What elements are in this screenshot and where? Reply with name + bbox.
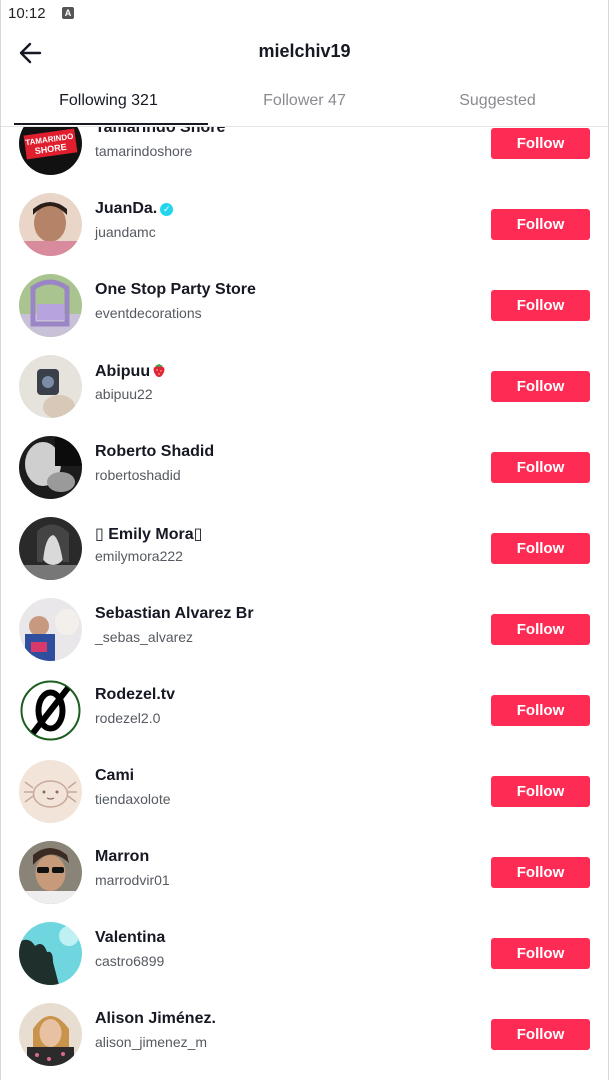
list-item[interactable]: Cami tiendaxolote Follow [0,751,609,832]
notification-a-icon: A [62,7,74,19]
tab-following[interactable]: Following 321 [7,80,210,126]
list-item[interactable]: One Stop Party Store eventdecorations Fo… [0,265,609,346]
tab-suggested[interactable]: Suggested [396,80,599,126]
avatar-friends-photo[interactable] [19,598,82,661]
user-handle: abipuu22 [95,386,153,402]
user-name: Abipuu [95,362,165,381]
status-bar: 10:12 A [0,0,609,28]
avatar-sky-tree-photo[interactable] [19,922,82,985]
tab-bar: Following 321 Follower 47 Suggested [0,80,609,127]
follow-button[interactable]: Follow [491,695,590,726]
user-name: Valentina [95,929,166,946]
list-item[interactable]: ▯ Emily Mora▯ emilymora222 Follow [0,508,609,589]
user-handle: rodezel2.0 [95,710,161,726]
follow-button[interactable]: Follow [491,128,590,159]
list-item[interactable]: Valentina castro6899 Follow [0,913,609,994]
list-item[interactable]: Marron marrodvir01 Follow [0,832,609,913]
user-handle: tiendaxolote [95,791,171,807]
follow-button[interactable]: Follow [491,857,590,888]
list-item[interactable]: TAMARINDO SHORE Tamarindo Shore tamarind… [0,127,609,184]
follow-button[interactable]: Follow [491,209,590,240]
user-handle: robertoshadid [95,467,181,483]
list-item[interactable]: Sebastian Alvarez Br _sebas_alvarez Foll… [0,589,609,670]
list-item[interactable]: Abipuu abipuu22 Follow [0,346,609,427]
avatar-sunglasses-photo[interactable] [19,841,82,904]
list-item[interactable]: JuanDa. ✓ juandamc Follow [0,184,609,265]
avatar-selfie-photo[interactable] [19,355,82,418]
avatar-bw-photo[interactable] [19,517,82,580]
user-name-text: JuanDa. [95,200,158,217]
follow-button[interactable]: Follow [491,938,590,969]
avatar-party-decor-photo[interactable] [19,274,82,337]
user-name: Rodezel.tv [95,686,176,703]
avatar-portrait-photo[interactable] [19,1003,82,1066]
follow-button[interactable]: Follow [491,614,590,645]
avatar-axolotl-drawing[interactable] [19,760,82,823]
user-handle: juandamc [95,224,156,240]
user-handle: eventdecorations [95,305,202,321]
user-name: One Stop Party Store [95,281,256,298]
user-name: Alison Jiménez. [95,1010,216,1027]
avatar-person-photo[interactable] [19,193,82,256]
user-handle: emilymora222 [95,548,183,564]
page-title: mielchiv19 [258,41,351,61]
tab-follower[interactable]: Follower 47 [203,80,406,126]
user-name: Marron [95,848,150,865]
follow-button[interactable]: Follow [491,533,590,564]
follow-button[interactable]: Follow [491,452,590,483]
follow-button[interactable]: Follow [491,290,590,321]
avatar-tamarindo-logo[interactable]: TAMARINDO SHORE [19,127,82,175]
list-item[interactable]: Alison Jiménez. alison_jimenez_m Follow [0,994,609,1075]
list-item[interactable]: Roberto Shadid robertoshadid Follow [0,427,609,508]
header: mielchiv19 [0,28,609,76]
user-handle: _sebas_alvarez [95,629,194,645]
user-name: Sebastian Alvarez Br [95,605,254,622]
status-time: 10:12 [8,5,46,22]
strawberry-icon [151,362,165,378]
user-name: JuanDa. ✓ [95,200,174,218]
user-handle: castro6899 [95,953,165,969]
avatar-slashed-zero-logo[interactable] [19,679,82,742]
user-name: Tamarindo Shore [95,127,226,136]
user-handle: marrodvir01 [95,872,170,888]
follow-button[interactable]: Follow [491,776,590,807]
follow-button[interactable]: Follow [491,1019,590,1050]
user-name: Cami [95,767,135,784]
following-list[interactable]: TAMARINDO SHORE Tamarindo Shore tamarind… [0,127,609,1080]
user-handle: tamarindoshore [95,143,193,159]
user-name-text: Abipuu [95,363,151,380]
follow-button[interactable]: Follow [491,371,590,402]
list-item[interactable]: Rodezel.tv rodezel2.0 Follow [0,670,609,751]
active-tab-indicator [14,123,208,125]
left-edge-divider [0,0,1,1080]
user-name: ▯ Emily Mora▯ [95,526,203,543]
user-name: Roberto Shadid [95,443,215,460]
avatar-bw-portrait-photo[interactable] [19,436,82,499]
verified-badge-icon: ✓ [160,203,174,216]
user-handle: alison_jimenez_m [95,1034,208,1050]
